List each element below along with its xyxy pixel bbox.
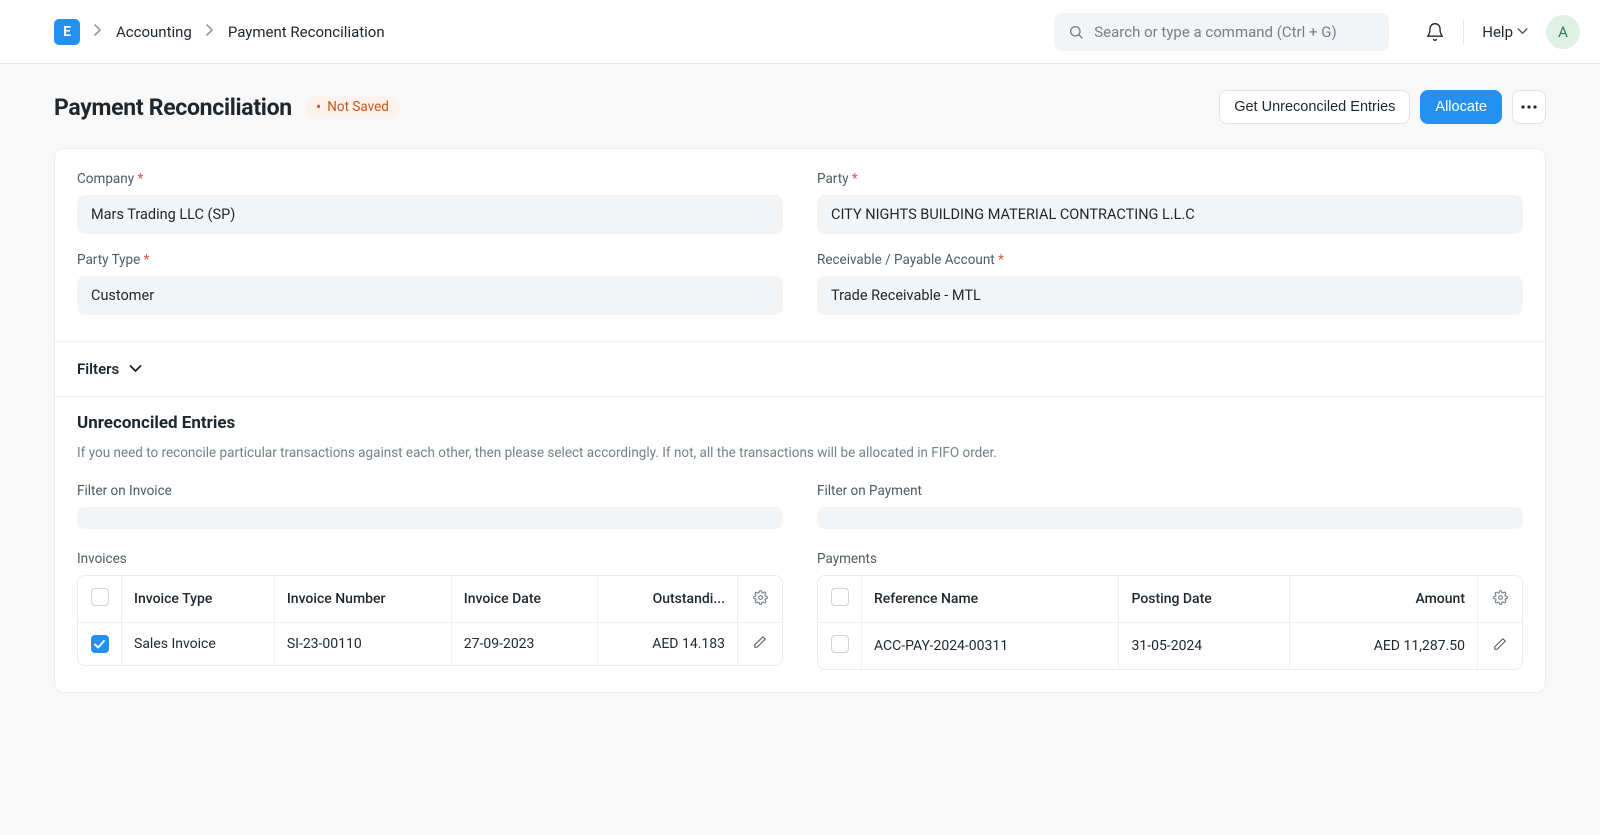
- filters-toggle[interactable]: Filters: [55, 342, 1545, 396]
- page-title: Payment Reconciliation: [54, 94, 292, 121]
- tables-row: Invoices Invoice Type Invoice Number Inv…: [77, 551, 1523, 670]
- select-all-cell[interactable]: [78, 576, 122, 623]
- navbar: E Accounting Payment Reconciliation Sear…: [0, 0, 1600, 64]
- unreconciled-section: Unreconciled Entries If you need to reco…: [55, 397, 1545, 692]
- cell-posting-date: 31-05-2024: [1119, 623, 1289, 669]
- chevron-down-icon: [1517, 28, 1528, 35]
- get-unreconciled-button[interactable]: Get Unreconciled Entries: [1219, 90, 1410, 124]
- cell-invoice-number: SI-23-00110: [275, 623, 452, 665]
- filter-payment-field: Filter on Payment: [817, 483, 1523, 529]
- chevron-right-icon: [206, 24, 214, 40]
- party-type-label: Party Type *: [77, 252, 783, 268]
- table-header-row: Reference Name Posting Date Amount: [818, 576, 1522, 623]
- party-label: Party *: [817, 171, 1523, 187]
- col-reference-name[interactable]: Reference Name: [862, 576, 1119, 623]
- main-card: Company * Mars Trading LLC (SP) Party * …: [54, 148, 1546, 693]
- row-edit-button[interactable]: [738, 623, 782, 665]
- pencil-icon: [1493, 637, 1507, 651]
- account-label: Receivable / Payable Account *: [817, 252, 1523, 268]
- help-label: Help: [1482, 23, 1513, 41]
- cell-invoice-date: 27-09-2023: [452, 623, 598, 665]
- bell-icon: [1425, 22, 1445, 42]
- row-edit-button[interactable]: [1478, 623, 1522, 669]
- table-settings-button[interactable]: [1478, 576, 1522, 623]
- filter-invoice-input[interactable]: [77, 507, 783, 529]
- payments-label: Payments: [817, 551, 1523, 567]
- ellipsis-icon: [1521, 105, 1537, 109]
- row-checkbox-cell[interactable]: [78, 623, 122, 665]
- col-invoice-type[interactable]: Invoice Type: [122, 576, 275, 623]
- account-field: Receivable / Payable Account * Trade Rec…: [817, 252, 1523, 315]
- help-menu[interactable]: Help: [1482, 23, 1528, 41]
- pencil-icon: [753, 635, 767, 649]
- logo-letter: E: [63, 24, 71, 40]
- search-input[interactable]: Search or type a command (Ctrl + G): [1054, 13, 1389, 51]
- search-icon: [1068, 24, 1084, 40]
- table-row[interactable]: ACC-PAY-2024-00311 31-05-2024 AED 11,287…: [818, 623, 1522, 669]
- cell-reference-name: ACC-PAY-2024-00311: [862, 623, 1119, 669]
- company-input[interactable]: Mars Trading LLC (SP): [77, 195, 783, 234]
- invoices-table: Invoice Type Invoice Number Invoice Date…: [77, 575, 783, 666]
- company-field: Company * Mars Trading LLC (SP): [77, 171, 783, 234]
- unreconciled-help: If you need to reconcile particular tran…: [77, 445, 1523, 461]
- party-field: Party * CITY NIGHTS BUILDING MATERIAL CO…: [817, 171, 1523, 234]
- filter-payment-label: Filter on Payment: [817, 483, 1523, 499]
- checkbox-icon: [91, 588, 109, 606]
- filter-inputs-row: Filter on Invoice Filter on Payment: [77, 483, 1523, 529]
- party-input[interactable]: CITY NIGHTS BUILDING MATERIAL CONTRACTIN…: [817, 195, 1523, 234]
- cell-outstanding: AED 14.183: [598, 623, 738, 665]
- checkbox-icon: [831, 635, 849, 653]
- page-header-left: Payment Reconciliation • Not Saved: [54, 94, 399, 121]
- table-header-row: Invoice Type Invoice Number Invoice Date…: [78, 576, 782, 623]
- gear-icon: [1493, 590, 1508, 605]
- col-invoice-number[interactable]: Invoice Number: [275, 576, 452, 623]
- form-grid: Company * Mars Trading LLC (SP) Party * …: [55, 149, 1545, 341]
- page: Payment Reconciliation • Not Saved Get U…: [0, 64, 1600, 733]
- col-posting-date[interactable]: Posting Date: [1119, 576, 1289, 623]
- user-avatar[interactable]: A: [1546, 15, 1580, 49]
- page-header: Payment Reconciliation • Not Saved Get U…: [54, 90, 1546, 124]
- unreconciled-title: Unreconciled Entries: [77, 413, 1523, 433]
- company-label: Company *: [77, 171, 783, 187]
- filters-label: Filters: [77, 360, 119, 378]
- avatar-letter: A: [1558, 23, 1568, 41]
- row-checkbox-cell[interactable]: [818, 623, 862, 669]
- payments-table: Reference Name Posting Date Amount: [817, 575, 1523, 670]
- breadcrumb-current: Payment Reconciliation: [228, 23, 385, 41]
- chevron-down-icon: [129, 365, 142, 373]
- filter-invoice-label: Filter on Invoice: [77, 483, 783, 499]
- col-invoice-date[interactable]: Invoice Date: [452, 576, 598, 623]
- payments-table-wrap: Payments Reference Name Posting Date Amo…: [817, 551, 1523, 670]
- breadcrumb-accounting[interactable]: Accounting: [116, 23, 192, 41]
- allocate-button[interactable]: Allocate: [1420, 90, 1502, 124]
- table-settings-button[interactable]: [738, 576, 782, 623]
- search-placeholder: Search or type a command (Ctrl + G): [1094, 23, 1336, 41]
- filter-invoice-field: Filter on Invoice: [77, 483, 783, 529]
- status-text: Not Saved: [327, 99, 389, 115]
- notifications-button[interactable]: [1407, 20, 1464, 44]
- invoices-table-wrap: Invoices Invoice Type Invoice Number Inv…: [77, 551, 783, 670]
- account-input[interactable]: Trade Receivable - MTL: [817, 276, 1523, 315]
- col-outstanding[interactable]: Outstandi...: [598, 576, 738, 623]
- cell-invoice-type: Sales Invoice: [122, 623, 275, 665]
- party-type-input[interactable]: Customer: [77, 276, 783, 315]
- nav-left: E Accounting Payment Reconciliation: [54, 19, 1054, 45]
- app-logo[interactable]: E: [54, 19, 80, 45]
- cell-amount: AED 11,287.50: [1290, 623, 1478, 669]
- checkbox-icon: [831, 588, 849, 606]
- page-actions: Get Unreconciled Entries Allocate: [1219, 90, 1546, 124]
- chevron-right-icon: [94, 24, 102, 40]
- status-badge: • Not Saved: [306, 96, 399, 118]
- more-menu-button[interactable]: [1512, 90, 1546, 124]
- table-row[interactable]: Sales Invoice SI-23-00110 27-09-2023 AED…: [78, 623, 782, 665]
- gear-icon: [753, 590, 768, 605]
- filter-payment-input[interactable]: [817, 507, 1523, 529]
- select-all-cell[interactable]: [818, 576, 862, 623]
- party-type-field: Party Type * Customer: [77, 252, 783, 315]
- invoices-label: Invoices: [77, 551, 783, 567]
- nav-right: Search or type a command (Ctrl + G) Help…: [1054, 13, 1580, 51]
- col-amount[interactable]: Amount: [1290, 576, 1478, 623]
- checkbox-checked-icon: [91, 635, 109, 653]
